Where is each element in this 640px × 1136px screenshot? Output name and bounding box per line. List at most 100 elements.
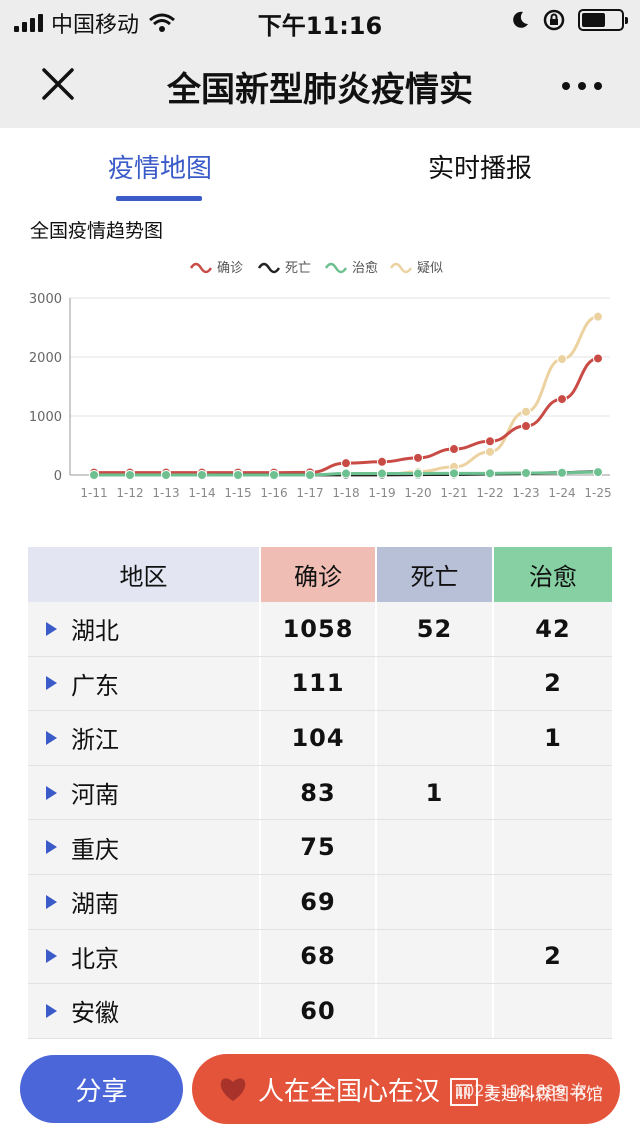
y-tick-label: 0: [54, 469, 62, 484]
confirmed-cell: 104: [261, 711, 377, 765]
y-tick-label: 1000: [29, 410, 62, 425]
table-row[interactable]: 北京 68 2: [28, 929, 612, 985]
deaths-cell: [377, 656, 494, 711]
data-point: [557, 467, 567, 478]
table-row[interactable]: 浙江 104 1: [28, 711, 612, 766]
confirmed-cell: 68: [261, 929, 377, 984]
data-point: [341, 468, 351, 479]
region-cell[interactable]: 湖南: [28, 874, 261, 929]
chart-title: 全国疫情趋势图: [30, 220, 164, 242]
data-point: [233, 470, 243, 480]
confirmed-cell: 60: [261, 984, 377, 1038]
nav-bar: 全国新型肺炎疫情实: [0, 40, 640, 128]
table-row[interactable]: 河南 83 1: [28, 765, 612, 821]
x-tick-label: 1-15: [224, 486, 251, 500]
confirmed-cell: 69: [261, 874, 377, 929]
data-point: [485, 436, 495, 447]
recovered-cell: 2: [544, 942, 562, 971]
support-label: 人在全国心在汉: [258, 1076, 441, 1107]
data-point: [521, 406, 531, 417]
region-cell[interactable]: 浙江: [28, 711, 261, 765]
region-cell[interactable]: 河南: [28, 765, 261, 820]
data-point: [557, 394, 567, 405]
deaths-cell: [377, 929, 494, 984]
y-tick-label: 3000: [29, 292, 62, 307]
region-name: 安徽: [71, 999, 119, 1028]
region-name: 广东: [71, 671, 119, 700]
deaths-cell: 52: [377, 602, 494, 656]
table-row[interactable]: 安徽 60: [28, 984, 612, 1039]
table-row[interactable]: 湖南 69: [28, 874, 612, 930]
expand-triangle-icon[interactable]: [46, 1003, 57, 1018]
data-point: [305, 470, 315, 480]
status-bar: 中国移动 下午11:16: [0, 0, 640, 40]
expand-triangle-icon[interactable]: [46, 894, 57, 909]
legend-symbol: [389, 262, 413, 274]
x-tick-label: 1-19: [368, 486, 395, 500]
region-name: 河南: [71, 781, 119, 810]
recovered-cell: 42: [535, 614, 571, 643]
confirmed-cell: 83: [261, 765, 377, 820]
region-name: 湖南: [71, 890, 119, 919]
legend-symbol: [189, 262, 213, 274]
region-cell[interactable]: 北京: [28, 929, 261, 984]
expand-triangle-icon[interactable]: [46, 785, 57, 800]
tab-live-report[interactable]: 实时播报: [380, 148, 580, 185]
data-point: [593, 353, 603, 364]
region-cell[interactable]: 安徽: [28, 984, 261, 1038]
x-tick-label: 1-18: [332, 486, 359, 500]
legend-symbol: [257, 262, 281, 274]
confirmed-cell: 111: [261, 656, 377, 711]
deaths-cell: 1: [377, 765, 494, 820]
header-recovered[interactable]: 治愈: [494, 547, 612, 602]
bottom-action-bar: 分享 人在全国心在汉 1023,102,689 次 麦迪科森图书馆: [0, 1040, 640, 1136]
data-point: [557, 354, 567, 365]
deaths-cell: [377, 984, 494, 1038]
x-tick-label: 1-12: [116, 486, 143, 500]
active-tab-indicator: [116, 196, 202, 201]
share-button[interactable]: 分享: [20, 1055, 183, 1123]
recovered-cell: [494, 984, 612, 1038]
library-watermark: 麦迪科森图书馆: [450, 1078, 603, 1106]
x-tick-label: 1-22: [476, 486, 503, 500]
table-row[interactable]: 湖北 1058 52 42: [28, 602, 612, 657]
deaths-cell: [377, 711, 494, 765]
header-region[interactable]: 地区: [28, 547, 261, 602]
data-point: [269, 470, 279, 480]
table-row[interactable]: 广东 111 2: [28, 656, 612, 712]
header-deaths[interactable]: 死亡: [377, 547, 494, 602]
region-cell[interactable]: 湖北: [28, 602, 261, 656]
tab-epidemic-map[interactable]: 疫情地图: [60, 148, 260, 185]
recovered-cell: [494, 820, 612, 874]
recovered-cell: [494, 766, 612, 820]
header-confirmed[interactable]: 确诊: [261, 547, 377, 602]
data-point: [89, 470, 99, 480]
more-menu-icon[interactable]: [562, 82, 602, 90]
x-tick-label: 1-23: [512, 486, 539, 500]
expand-triangle-icon[interactable]: [46, 676, 57, 691]
data-point: [341, 458, 351, 469]
close-icon[interactable]: [36, 62, 80, 106]
region-cell[interactable]: 广东: [28, 656, 261, 711]
expand-triangle-icon[interactable]: [46, 840, 57, 855]
table-row[interactable]: 重庆 75: [28, 820, 612, 875]
series-line: [93, 315, 599, 477]
data-point: [413, 452, 423, 463]
page-title: 全国新型肺炎疫情实: [167, 70, 473, 110]
expand-triangle-icon[interactable]: [46, 949, 57, 964]
expand-triangle-icon[interactable]: [46, 621, 57, 636]
expand-triangle-icon[interactable]: [46, 730, 57, 745]
data-point: [593, 467, 603, 478]
moon-icon: [513, 11, 528, 28]
data-point: [593, 311, 603, 322]
legend-label: 疑似: [417, 260, 443, 276]
x-tick-label: 1-11: [80, 486, 107, 500]
confirmed-cell: 75: [261, 820, 377, 874]
region-name: 重庆: [71, 835, 119, 864]
x-tick-label: 1-24: [548, 486, 575, 500]
region-cell[interactable]: 重庆: [28, 820, 261, 874]
recovered-cell: [494, 875, 612, 929]
confirmed-cell: 1058: [261, 602, 377, 656]
region-name: 北京: [71, 944, 119, 973]
battery-icon: [578, 9, 628, 31]
